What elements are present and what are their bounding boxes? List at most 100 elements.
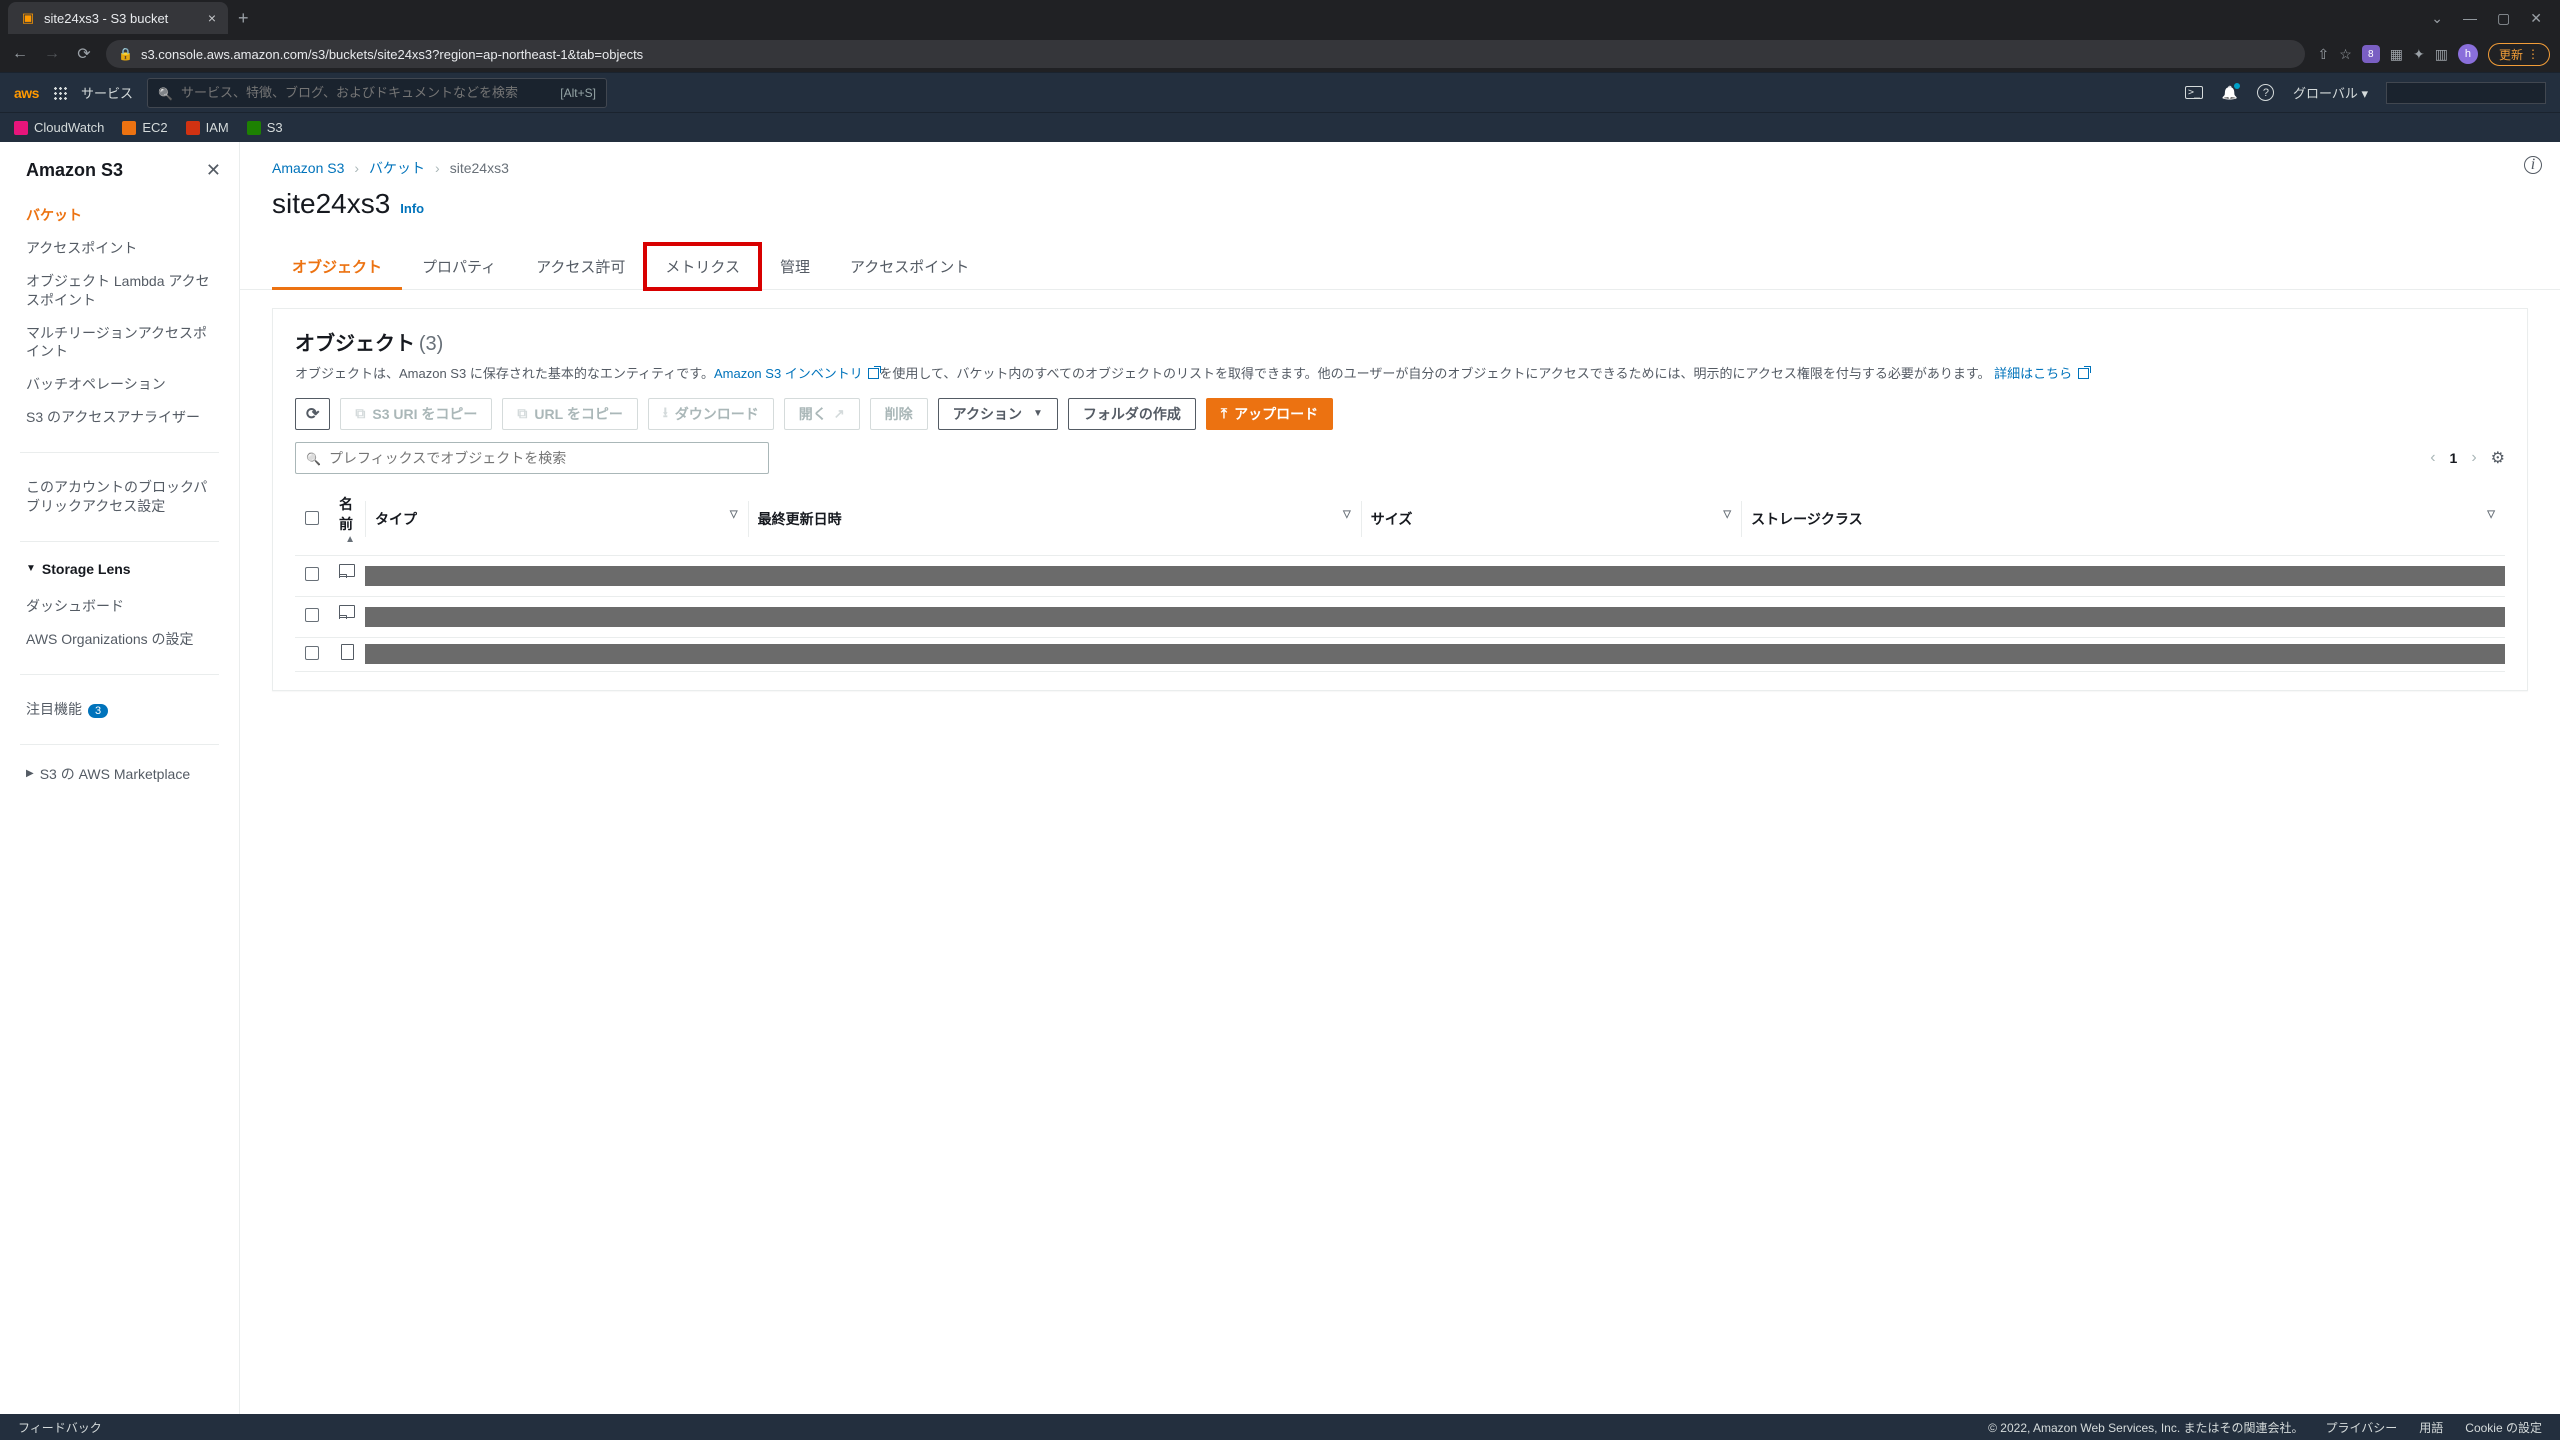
new-tab-button[interactable]: + — [228, 8, 259, 29]
tab-strip: ▣ site24xs3 - S3 bucket × + ⌄ ― ▢ ✕ — [0, 0, 2560, 36]
side-panel-icon[interactable]: ▥ — [2435, 46, 2448, 63]
bookmark-cloudwatch[interactable]: CloudWatch — [14, 120, 104, 135]
col-modified[interactable]: 最終更新日時▽ — [748, 484, 1361, 556]
feedback-link[interactable]: フィードバック — [18, 1419, 102, 1436]
table-row[interactable] — [295, 596, 2505, 637]
sidebar-item-object-lambda[interactable]: オブジェクト Lambda アクセスポイント — [0, 265, 239, 317]
external-link-icon — [2078, 368, 2089, 379]
sidebar-item-block-public[interactable]: このアカウントのブロックパブリックアクセス設定 — [0, 471, 239, 523]
tab-metrics[interactable]: メトリクス — [645, 244, 760, 289]
inventory-link[interactable]: Amazon S3 インベントリ — [714, 366, 879, 381]
row-checkbox[interactable] — [305, 567, 319, 581]
sidebar-item-access-analyzer[interactable]: S3 のアクセスアナライザー — [0, 401, 239, 434]
page-title: site24xs3 — [272, 188, 390, 220]
close-tab-icon[interactable]: × — [208, 10, 216, 26]
share-icon[interactable]: ⇧ — [2317, 46, 2329, 63]
info-link[interactable]: Info — [400, 201, 424, 216]
row-checkbox[interactable] — [305, 646, 319, 660]
page-info-icon[interactable]: i — [2524, 156, 2542, 174]
sidebar-item-batch[interactable]: バッチオペレーション — [0, 368, 239, 401]
terms-link[interactable]: 用語 — [2419, 1419, 2443, 1436]
extensions-puzzle-icon[interactable]: ✦ — [2413, 46, 2425, 63]
row-checkbox[interactable] — [305, 608, 319, 622]
sidebar-item-access-points[interactable]: アクセスポイント — [0, 232, 239, 265]
bookmark-ec2[interactable]: EC2 — [122, 120, 167, 135]
select-all-checkbox[interactable] — [305, 511, 319, 525]
search-kbd-hint: [Alt+S] — [560, 86, 596, 100]
help-icon[interactable] — [2257, 84, 2275, 102]
profile-avatar[interactable]: h — [2458, 44, 2478, 64]
prefix-search-input[interactable] — [329, 450, 758, 466]
bookmark-star-icon[interactable]: ☆ — [2339, 46, 2352, 63]
window-chevron-icon[interactable]: ⌄ — [2431, 10, 2443, 27]
aws-footer: フィードバック © 2022, Amazon Web Services, Inc… — [0, 1414, 2560, 1440]
privacy-link[interactable]: プライバシー — [2326, 1419, 2398, 1436]
breadcrumb-s3[interactable]: Amazon S3 — [272, 160, 344, 176]
account-menu[interactable] — [2386, 82, 2546, 104]
col-size[interactable]: サイズ▽ — [1361, 484, 1741, 556]
reload-button[interactable]: ⟳ — [74, 44, 94, 64]
actions-dropdown[interactable]: アクション▼ — [938, 398, 1058, 430]
services-grid-icon[interactable] — [53, 86, 67, 100]
bucket-tabs: オブジェクト プロパティ アクセス許可 メトリクス 管理 アクセスポイント — [240, 244, 2560, 290]
window-maximize-icon[interactable]: ▢ — [2497, 10, 2510, 27]
url-text: s3.console.aws.amazon.com/s3/buckets/sit… — [141, 47, 643, 62]
extension-badge[interactable]: 8 — [2362, 45, 2380, 63]
sidebar-close-icon[interactable]: ✕ — [206, 160, 221, 181]
window-close-icon[interactable]: ✕ — [2530, 10, 2542, 27]
tab-management[interactable]: 管理 — [760, 244, 830, 289]
tab-objects[interactable]: オブジェクト — [272, 244, 402, 289]
page-next[interactable]: › — [2471, 449, 2476, 467]
aws-search[interactable]: [Alt+S] — [147, 78, 607, 108]
download-button: ダウンロード — [648, 398, 774, 430]
copy-url-button: URL をコピー — [502, 398, 637, 430]
window-minimize-icon[interactable]: ― — [2463, 10, 2477, 27]
refresh-button[interactable] — [295, 398, 330, 430]
cloudshell-icon[interactable] — [2185, 84, 2203, 102]
page-prev[interactable]: ‹ — [2430, 449, 2435, 467]
sidebar-group-storage-lens[interactable]: ▼Storage Lens — [0, 554, 239, 584]
bookmark-s3[interactable]: S3 — [247, 120, 283, 135]
back-button[interactable]: ← — [10, 45, 30, 63]
col-name[interactable]: 名前▲ — [329, 484, 365, 556]
sidebar-item-mrap[interactable]: マルチリージョンアクセスポイント — [0, 317, 239, 369]
notifications-icon[interactable] — [2221, 84, 2239, 102]
upload-button[interactable]: アップロード — [1206, 398, 1333, 430]
browser-tab[interactable]: ▣ site24xs3 - S3 bucket × — [8, 2, 228, 34]
col-type[interactable]: タイプ▽ — [365, 484, 748, 556]
sidebar-item-featured[interactable]: 注目機能3 — [0, 693, 239, 726]
search-icon — [306, 450, 321, 466]
folder-icon — [339, 572, 355, 588]
extension-icon[interactable]: ▦ — [2390, 46, 2403, 63]
sidebar-item-marketplace[interactable]: ▶S3 の AWS Marketplace — [0, 757, 239, 791]
bookmark-iam[interactable]: IAM — [186, 120, 229, 135]
redacted-content — [365, 607, 2505, 627]
sidebar-title: Amazon S3 — [26, 160, 123, 181]
redacted-content — [365, 644, 2505, 664]
settings-gear-icon[interactable] — [2491, 448, 2505, 468]
tab-access-points[interactable]: アクセスポイント — [830, 244, 989, 289]
search-icon — [158, 85, 173, 101]
table-row[interactable] — [295, 555, 2505, 596]
prefix-search[interactable] — [295, 442, 769, 474]
tab-permissions[interactable]: アクセス許可 — [516, 244, 645, 289]
upload-icon — [1221, 405, 1227, 422]
col-storage[interactable]: ストレージクラス▽ — [1741, 484, 2505, 556]
copy-icon — [355, 405, 365, 422]
sidebar-item-dashboard[interactable]: ダッシュボード — [0, 590, 239, 623]
create-folder-button[interactable]: フォルダの作成 — [1068, 398, 1196, 430]
region-selector[interactable]: グローバル ▾ — [2293, 83, 2368, 102]
table-row[interactable] — [295, 637, 2505, 672]
breadcrumb-buckets[interactable]: バケット — [369, 158, 425, 178]
aws-search-input[interactable] — [181, 85, 552, 100]
objects-panel: オブジェクト (3) オブジェクトは、Amazon S3 に保存された基本的なエ… — [272, 308, 2528, 691]
tab-properties[interactable]: プロパティ — [402, 244, 516, 289]
update-button[interactable]: 更新⋮ — [2488, 43, 2550, 66]
cookie-link[interactable]: Cookie の設定 — [2465, 1419, 2542, 1436]
address-bar[interactable]: 🔒 s3.console.aws.amazon.com/s3/buckets/s… — [106, 40, 2305, 68]
sidebar-item-buckets[interactable]: バケット — [0, 199, 239, 232]
sidebar-item-orgs[interactable]: AWS Organizations の設定 — [0, 623, 239, 656]
learn-more-link[interactable]: 詳細はこちら — [1994, 366, 2089, 381]
services-label[interactable]: サービス — [81, 83, 133, 102]
aws-logo[interactable]: aws — [14, 85, 39, 101]
